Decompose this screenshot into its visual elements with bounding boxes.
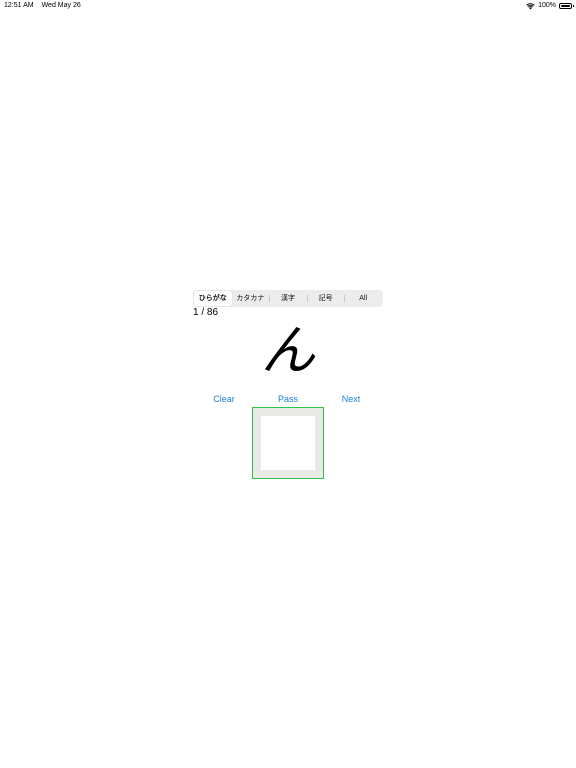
segment-all[interactable]: All [344,291,382,306]
battery-percent: 100% [538,2,556,9]
status-time: 12:51 AM [4,2,34,9]
battery-icon [559,3,574,9]
target-character: ん [261,319,315,382]
drawing-canvas[interactable] [261,416,315,470]
progress-counter: 1 / 86 [193,307,219,318]
next-button[interactable]: Next [342,393,361,405]
status-left: 12:51 AM Wed May 26 [4,0,81,12]
wifi-icon [526,2,535,9]
status-bar: 12:51 AM Wed May 26 100% [0,0,576,12]
action-row: Clear Pass Next [0,393,576,405]
segment-symbols[interactable]: 記号 [306,291,345,306]
script-segmented-control: ひらがな カタカナ 漢字 記号 All [193,290,383,307]
segment-hiragana[interactable]: ひらがな [194,291,232,306]
battery-fill [561,5,570,7]
status-date: Wed May 26 [41,2,81,9]
status-right: 100% [526,0,574,12]
app-screen: 12:51 AM Wed May 26 100% ひらがな カタカナ 漢字 記号… [0,0,576,768]
clear-button[interactable]: Clear [213,393,235,405]
pass-button[interactable]: Pass [278,393,298,405]
segment-kanji[interactable]: 漢字 [269,291,307,306]
drawing-pad-frame [252,407,324,479]
segment-katakana[interactable]: カタカナ [232,291,270,306]
